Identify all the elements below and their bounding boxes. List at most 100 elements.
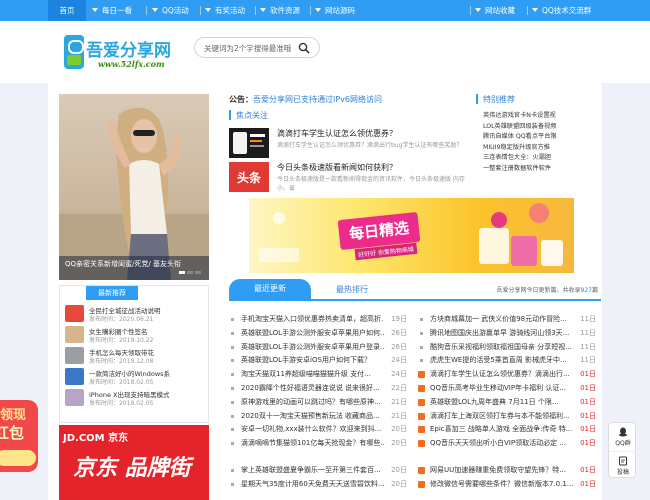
recommend-item-text[interactable]: 三连表情包大全：火漏胆 bbox=[483, 152, 551, 161]
focus-thumbnail[interactable] bbox=[229, 128, 269, 158]
article-title[interactable]: 英雄联盟LOL手游公测外服安卓苹果用户如何... bbox=[241, 328, 384, 338]
search-input[interactable]: 关键词为2个字搜得最准哦 bbox=[204, 43, 291, 54]
table-row[interactable]: 手机淘宝天猫入口领优惠券热卖清单，超高折... 19日 bbox=[229, 314, 407, 328]
slider-caption[interactable]: QQ亲密关系新增闺蜜/死党/ 基友头衔 bbox=[65, 259, 181, 269]
thumbnail[interactable] bbox=[65, 347, 84, 364]
table-row[interactable]: 英雄联盟LOL九周年盛典 7月11日 个限... 01日 bbox=[418, 397, 596, 411]
article-title[interactable]: 虎虎生WE提的活受5乘首直周 影械虎牙中... bbox=[430, 355, 573, 365]
list-item[interactable]: 一整套注册数据软件软件 bbox=[483, 163, 593, 174]
nav-qq-group[interactable]: QQ技术交流群 bbox=[532, 0, 591, 21]
jd-ad-banner[interactable]: JD.COM 京东 京东 品牌街 bbox=[59, 425, 209, 500]
table-row[interactable]: 方块商城幕加一 武侠义价值98元动作冒险... 11日 bbox=[418, 314, 596, 328]
nav-source[interactable]: 网站源码 bbox=[315, 0, 355, 21]
article-title[interactable]: 滴滴嘀嘀节集猫领101亿每天抢现金？有哪些... bbox=[241, 438, 384, 448]
red-envelope-float[interactable]: 领现 红包 bbox=[0, 400, 38, 472]
recent-tab[interactable]: 最新推荐 bbox=[86, 286, 138, 300]
table-row[interactable]: Epic喜加三 战略单人游戏 全面战争:传奇 特... 01日 bbox=[418, 424, 596, 438]
recommend-item-text[interactable]: 一整套注册数据软件软件 bbox=[483, 163, 551, 172]
list-item[interactable]: iPhone X出现支持暗黑模式 发布时间：2019.02.05 bbox=[65, 388, 207, 409]
focus-item[interactable]: 头条 今日头条极速版看新闻如何获利？ 今日头条极速版是一款看新闻得现金的资讯软件… bbox=[229, 162, 467, 198]
list-item[interactable]: LOL英雄联盟回级装备视频 bbox=[483, 121, 593, 132]
table-row[interactable]: 酷狗音乐采视福利领取福祖国母亲 分享短视... 11日 bbox=[418, 342, 596, 356]
article-title[interactable]: 原神游戏里的动画可以跳过吗？有哪些原神... bbox=[241, 397, 384, 407]
thumbnail[interactable] bbox=[65, 326, 84, 343]
nav-software[interactable]: 软件资源 bbox=[260, 0, 300, 21]
list-item[interactable]: 女生購彩圈个性签名 发布时间：2019.10.22 bbox=[65, 325, 207, 346]
focus-thumbnail[interactable]: 头条 bbox=[229, 162, 269, 192]
list-item[interactable]: 手机怎么每天领取带花 发布时间：2019.12.08 bbox=[65, 346, 207, 367]
recommend-item-text[interactable]: 腾讯自媒体 QQ看点平台限 bbox=[483, 131, 557, 140]
table-row[interactable]: 原神游戏里的动画可以跳过吗？有哪些原神... 21日 bbox=[229, 397, 407, 411]
focus-item-title[interactable]: 今日头条极速版看新闻如何获利？ bbox=[277, 162, 397, 173]
article-title[interactable]: 滴滴打车上海双区领打车券与本不能领福利... bbox=[430, 411, 573, 421]
table-row[interactable]: 淘宝天猫双11养超级喵喵猫猫升级 支付... 24日 bbox=[229, 369, 407, 383]
search-icon[interactable] bbox=[298, 42, 310, 54]
slider-dot[interactable] bbox=[195, 271, 201, 274]
table-row[interactable]: 英雄联盟LOL手游公测外服安卓苹果用户如何... 26日 bbox=[229, 328, 407, 342]
nav-home[interactable]: 首页 bbox=[48, 0, 86, 21]
table-row[interactable]: 腾讯地图国庆出游赢单早 游骑线河山领3天... 11日 bbox=[418, 328, 596, 342]
envelope-button[interactable] bbox=[0, 450, 36, 466]
table-row[interactable]: 星期天气35度计用60天免费天天送雪碧饮料... 20日 bbox=[229, 479, 407, 493]
tab-recent[interactable]: 最近更新 bbox=[229, 279, 311, 301]
article-title[interactable]: 网易UU加速器赚重免费领取守望先锋？特... bbox=[430, 465, 573, 475]
announcement[interactable]: 公告：吾爱分享网已支持通过IPv6网络访问 bbox=[229, 94, 382, 105]
article-title[interactable]: 滴滴打车学生认证怎么领优惠券？滴滴出行... bbox=[430, 369, 573, 379]
article-title[interactable]: 英雄联盟LOL手游公测外服安卓苹果用户登录... bbox=[241, 342, 384, 352]
list-item[interactable]: 三连表情包大全：火漏胆 bbox=[483, 152, 593, 163]
list-item[interactable]: 全民打全城征战活动说明 发布时间：2020.06.21 bbox=[65, 304, 207, 325]
article-title[interactable]: Epic喜加三 战略单人游戏 全面战争:传奇 特... bbox=[430, 424, 573, 434]
table-row[interactable]: 英雄联盟LOL手游安卓iOS用户如何下载？ 24日 bbox=[229, 355, 407, 369]
daily-pick-banner[interactable]: 每日精选 好好好 你爱购物商城 bbox=[249, 198, 574, 273]
recommend-item-text[interactable]: 英伟达游戏官卡N卡设置视 bbox=[483, 110, 556, 119]
article-title[interactable]: 腾讯地图国庆出游赢单早 游骑线河山领3天... bbox=[430, 328, 573, 338]
table-row[interactable]: 掌上英雄联盟盛夏争霸乐一至开第三件套百... 20日 bbox=[229, 465, 407, 479]
table-row[interactable]: 虎虎生WE提的活受5乘首直周 影械虎牙中... 11日 bbox=[418, 355, 596, 369]
thumbnail[interactable] bbox=[65, 389, 84, 406]
site-logo[interactable]: 吾爱分享网 www.52lfx.com bbox=[64, 35, 174, 79]
nav-daily[interactable]: 每日一看 bbox=[92, 0, 132, 21]
qq-group-button[interactable]: QQ群 bbox=[609, 423, 637, 451]
list-item[interactable]: 英伟达游戏官卡N卡设置视 bbox=[483, 110, 593, 121]
focus-item-title[interactable]: 滴滴打车学生认证怎么领优惠券？ bbox=[277, 128, 397, 139]
slider-dot[interactable] bbox=[187, 271, 193, 274]
table-row[interactable]: 2020双十一淘宝天猫预售新玩法 收藏商品... 21日 bbox=[229, 411, 407, 425]
table-row[interactable]: 修改微信号需要哪些条件？微信新版本7.0.1... 01日 bbox=[418, 479, 596, 493]
table-row[interactable]: 英雄联盟LOL手游公测外服安卓苹果用户登录... 26日 bbox=[229, 342, 407, 356]
article-title[interactable]: 英雄联盟LOL手游安卓iOS用户如何下载？ bbox=[241, 355, 384, 365]
article-title[interactable]: 修改微信号需要哪些条件？微信新版本7.0.1... bbox=[430, 479, 573, 489]
recommend-item-text[interactable]: MIUI9稳定版升级官方推 bbox=[483, 142, 550, 151]
submit-button[interactable]: 投稿 bbox=[609, 451, 637, 479]
slider-dot[interactable] bbox=[179, 271, 185, 274]
announcement-text[interactable]: 吾爱分享网已支持通过IPv6网络访问 bbox=[253, 95, 382, 104]
table-row[interactable]: 网易UU加速器赚重免费领取守望先锋？特... 01日 bbox=[418, 465, 596, 479]
article-title[interactable]: 淘宝天猫双11养超级喵喵猫猫升级 支付... bbox=[241, 369, 384, 379]
slider-dots[interactable] bbox=[179, 267, 203, 276]
nav-qq-activity[interactable]: QQ活动 bbox=[152, 0, 189, 21]
table-row[interactable]: 滴滴打车上海双区领打车券与本不能领福利... 01日 bbox=[418, 411, 596, 425]
nav-prize[interactable]: 有奖活动 bbox=[205, 0, 245, 21]
article-title[interactable]: 掌上英雄联盟盛夏争霸乐一至开第三件套百... bbox=[241, 465, 384, 475]
article-title[interactable]: QQ音乐天天领出听小白VIP领取活动必定 ... bbox=[430, 438, 573, 448]
table-row[interactable]: 滴滴打车学生认证怎么领优惠券？滴滴出行... 01日 bbox=[418, 369, 596, 383]
tab-hot[interactable]: 最热排行 bbox=[336, 284, 368, 295]
list-item[interactable]: 一款简洁好小的Windows系 发布时间：2018.02.05 bbox=[65, 367, 207, 388]
list-item[interactable]: 腾讯自媒体 QQ看点平台限 bbox=[483, 131, 593, 142]
article-title[interactable]: 英雄联盟LOL九周年盛典 7月11日 个限... bbox=[430, 397, 573, 407]
table-row[interactable]: 2020霸降个性好福语灵器连说说 说来很好... 22日 bbox=[229, 383, 407, 397]
article-title[interactable]: 星期天气35度计用60天免费天天送雪碧饮料... bbox=[241, 479, 384, 489]
article-title[interactable]: 方块商城幕加一 武侠义价值98元动作冒险... bbox=[430, 314, 573, 324]
nav-favorites[interactable]: 网站收藏 bbox=[475, 0, 515, 21]
table-row[interactable]: 安卓一切礼物,xxx装什么软件？欢迎来到抖... 20日 bbox=[229, 424, 407, 438]
search-box[interactable]: 关键词为2个字搜得最准哦 bbox=[194, 37, 320, 58]
list-item[interactable]: MIUI9稳定版升级官方推 bbox=[483, 142, 593, 153]
article-title[interactable]: 2020双十一淘宝天猫预售新玩法 收藏商品... bbox=[241, 411, 384, 421]
article-title[interactable]: 手机淘宝天猫入口领优惠券热卖清单，超高折... bbox=[241, 314, 384, 324]
article-title[interactable]: QQ音乐高考毕业生移动VIP年卡福利 认证... bbox=[430, 383, 573, 393]
article-title[interactable]: 酷狗音乐采视福利领取福祖国母亲 分享短视... bbox=[430, 342, 573, 352]
table-row[interactable]: 滴滴嘀嘀节集猫领101亿每天抢现金？有哪些... 20日 bbox=[229, 438, 407, 452]
thumbnail[interactable] bbox=[65, 305, 84, 322]
featured-slider[interactable]: QQ亲密关系新增闺蜜/死党/ 基友头衔 bbox=[59, 94, 209, 280]
table-row[interactable]: QQ音乐高考毕业生移动VIP年卡福利 认证... 01日 bbox=[418, 383, 596, 397]
thumbnail[interactable] bbox=[65, 368, 84, 385]
